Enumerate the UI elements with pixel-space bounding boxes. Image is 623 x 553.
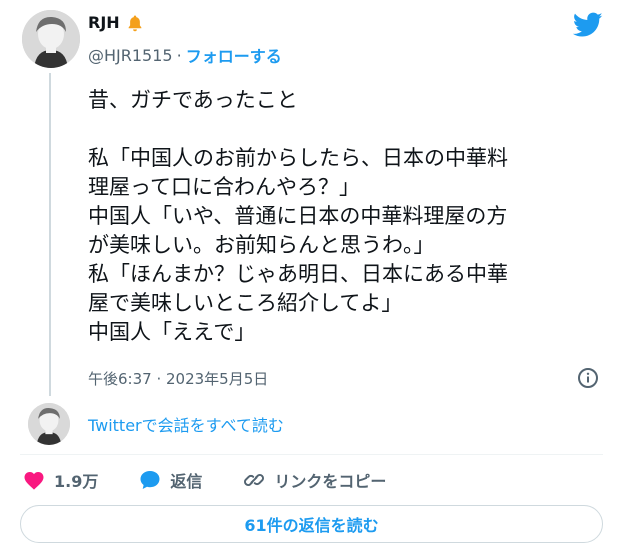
twitter-bird-icon[interactable] [572, 12, 603, 38]
conversation-avatar [28, 403, 70, 445]
reply-button[interactable]: 返信 [138, 468, 202, 492]
author-name[interactable]: RJH [88, 13, 120, 32]
author-handle[interactable]: @HJR1515 [88, 46, 173, 65]
reply-label: 返信 [170, 472, 203, 491]
author-handle-row: @HJR1515 · フォローする [88, 43, 282, 67]
read-conversation-link[interactable]: Twitterで会話をすべて読む [88, 412, 284, 436]
thread-connector-line [49, 73, 51, 396]
tweet-timestamp[interactable]: 午後6:37 · 2023年5月5日 [88, 368, 268, 389]
like-button[interactable]: 1.9万 [22, 468, 98, 492]
separator-dot: · [176, 45, 182, 65]
like-count: 1.9万 [54, 472, 99, 491]
read-replies-button[interactable]: 61件の返信を読む [20, 505, 603, 543]
speech-bubble-icon [138, 468, 162, 492]
follow-button[interactable]: フォローする [186, 43, 282, 67]
info-icon[interactable] [576, 366, 600, 390]
bell-icon [126, 14, 144, 32]
tweet-text: 昔、ガチであったこと 私「中国人のお前からしたら、日本の中華料 理屋って口に合わ… [88, 88, 508, 344]
heart-icon [22, 468, 46, 492]
copy-link-button[interactable]: リンクをコピー [242, 468, 386, 492]
link-icon [242, 468, 266, 492]
divider [20, 454, 603, 455]
author-portrait-image [22, 10, 80, 68]
copy-link-label: リンクをコピー [274, 472, 387, 491]
author-name-row: RJH [88, 13, 144, 32]
tweet-actions: 1.9万 返信 リンクをコピー [22, 466, 426, 494]
author-avatar[interactable] [22, 10, 80, 68]
